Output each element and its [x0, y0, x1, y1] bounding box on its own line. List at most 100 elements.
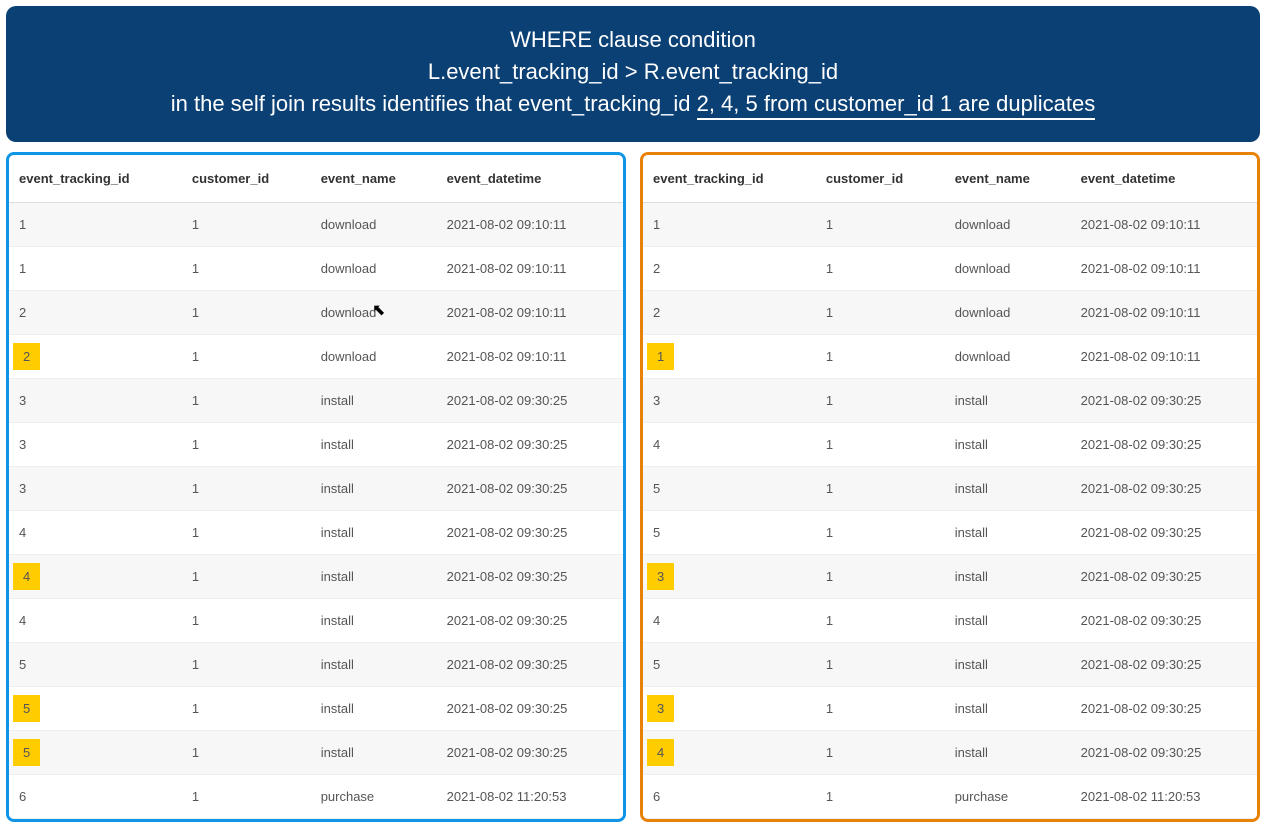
- left-table-head: event_tracking_id customer_id event_name…: [9, 155, 623, 203]
- cell-event-datetime: 2021-08-02 09:30:25: [1071, 554, 1257, 598]
- cell-event-name: install: [311, 422, 437, 466]
- cell-customer-id: 1: [816, 246, 945, 290]
- cell-event-datetime: 2021-08-02 09:30:25: [437, 730, 623, 774]
- cell-event-tracking-id: 1: [9, 246, 182, 290]
- cell-event-name: install: [311, 686, 437, 730]
- cell-customer-id: 1: [182, 202, 311, 246]
- cell-event-tracking-id: 6: [9, 774, 182, 818]
- col-header: event_datetime: [1071, 155, 1257, 203]
- cell-event-datetime: 2021-08-02 09:30:25: [437, 422, 623, 466]
- cell-event-datetime: 2021-08-02 09:10:11: [1071, 290, 1257, 334]
- table-row: 51install2021-08-02 09:30:25: [643, 510, 1257, 554]
- banner-line3-dupids: 2, 4, 5 from customer_id 1 are duplicate…: [697, 91, 1096, 120]
- table-row: 51install2021-08-02 09:30:25: [9, 686, 623, 730]
- cell-customer-id: 1: [816, 730, 945, 774]
- cell-event-name: download: [311, 246, 437, 290]
- cell-event-name: install: [945, 686, 1071, 730]
- cell-event-tracking-id: 4: [9, 598, 182, 642]
- cell-event-datetime: 2021-08-02 09:30:25: [437, 642, 623, 686]
- cell-event-tracking-id: 4: [643, 730, 816, 774]
- cell-event-tracking-id: 3: [9, 378, 182, 422]
- table-row: 4 1install2021-08-02 09:30:25: [9, 554, 623, 598]
- cell-customer-id: 1: [816, 686, 945, 730]
- col-header: event_tracking_id: [643, 155, 816, 203]
- col-header: event_name: [311, 155, 437, 203]
- table-row: 21download2021-08-02 09:10:11: [643, 246, 1257, 290]
- cell-event-tracking-id: 2: [9, 290, 182, 334]
- cell-event-datetime: 2021-08-02 11:20:53: [437, 774, 623, 818]
- cell-customer-id: 1: [816, 642, 945, 686]
- cell-event-datetime: 2021-08-02 09:10:11: [1071, 334, 1257, 378]
- table-row: 41install2021-08-02 09:30:25: [9, 510, 623, 554]
- cell-customer-id: 1: [182, 290, 311, 334]
- cell-event-name: purchase: [945, 774, 1071, 818]
- cell-customer-id: 1: [182, 378, 311, 422]
- cell-event-datetime: 2021-08-02 09:30:25: [437, 598, 623, 642]
- cell-customer-id: 1: [182, 774, 311, 818]
- left-table-body: 11download2021-08-02 09:10:1111download2…: [9, 202, 623, 818]
- cell-customer-id: 1: [816, 422, 945, 466]
- left-table-panel: event_tracking_id customer_id event_name…: [6, 152, 626, 822]
- col-header: event_datetime: [437, 155, 623, 203]
- cell-customer-id: 1: [182, 598, 311, 642]
- col-header: event_name: [945, 155, 1071, 203]
- cell-event-datetime: 2021-08-02 09:30:25: [437, 554, 623, 598]
- cell-event-name: download: [945, 202, 1071, 246]
- col-header: event_tracking_id: [9, 155, 182, 203]
- cell-event-name: install: [311, 598, 437, 642]
- cell-event-datetime: 2021-08-02 09:30:25: [1071, 422, 1257, 466]
- highlight-cell: 4: [647, 739, 674, 766]
- cell-event-datetime: 2021-08-02 09:30:25: [1071, 378, 1257, 422]
- cell-event-tracking-id: 3: [643, 686, 816, 730]
- cell-event-tracking-id: 3: [9, 466, 182, 510]
- cell-event-name: download: [945, 290, 1071, 334]
- table-row: 51install2021-08-02 09:30:25: [9, 642, 623, 686]
- cell-customer-id: 1: [182, 246, 311, 290]
- cell-event-tracking-id: 3: [9, 422, 182, 466]
- cell-event-name: purchase: [311, 774, 437, 818]
- cell-customer-id: 1: [182, 334, 311, 378]
- table-row: 51install2021-08-02 09:30:25: [643, 466, 1257, 510]
- cell-event-datetime: 2021-08-02 09:30:25: [1071, 466, 1257, 510]
- cell-event-name: install: [311, 642, 437, 686]
- table-row: 61purchase2021-08-02 11:20:53: [9, 774, 623, 818]
- cell-event-tracking-id: 5: [9, 642, 182, 686]
- cell-customer-id: 1: [816, 334, 945, 378]
- table-row: 21download2021-08-02 09:10:11: [643, 290, 1257, 334]
- explanation-banner: WHERE clause condition L.event_tracking_…: [6, 6, 1260, 142]
- cell-event-tracking-id: 3: [643, 554, 816, 598]
- col-header: customer_id: [182, 155, 311, 203]
- cell-event-name: install: [311, 554, 437, 598]
- cell-event-name: install: [311, 378, 437, 422]
- cell-customer-id: 1: [182, 686, 311, 730]
- cell-event-tracking-id: 4: [643, 598, 816, 642]
- cell-event-tracking-id: 4: [9, 510, 182, 554]
- cell-event-name: download: [311, 202, 437, 246]
- cell-event-tracking-id: 5: [9, 686, 182, 730]
- cell-event-datetime: 2021-08-02 09:30:25: [437, 686, 623, 730]
- highlight-cell: 3: [647, 563, 674, 590]
- table-row: 31install2021-08-02 09:30:25: [643, 378, 1257, 422]
- cell-event-tracking-id: 5: [9, 730, 182, 774]
- cell-event-tracking-id: 2: [643, 290, 816, 334]
- cell-event-tracking-id: 5: [643, 510, 816, 554]
- cell-event-datetime: 2021-08-02 11:20:53: [1071, 774, 1257, 818]
- cell-event-name: install: [945, 598, 1071, 642]
- table-row: 31install2021-08-02 09:30:25: [9, 422, 623, 466]
- cell-event-name: download: [311, 290, 437, 334]
- cell-event-tracking-id: 6: [643, 774, 816, 818]
- cell-event-tracking-id: 2: [643, 246, 816, 290]
- table-row: 31install2021-08-02 09:30:25: [643, 686, 1257, 730]
- cell-event-tracking-id: 5: [643, 466, 816, 510]
- highlight-cell: 4: [13, 563, 40, 590]
- table-row: 41install2021-08-02 09:30:25: [643, 730, 1257, 774]
- banner-line2: L.event_tracking_id > R.event_tracking_i…: [36, 56, 1230, 88]
- table-row: 11download2021-08-02 09:10:11: [9, 246, 623, 290]
- col-header: customer_id: [816, 155, 945, 203]
- cell-event-datetime: 2021-08-02 09:30:25: [1071, 730, 1257, 774]
- right-table: event_tracking_id customer_id event_name…: [643, 155, 1257, 819]
- cell-customer-id: 1: [182, 554, 311, 598]
- cell-event-name: install: [945, 378, 1071, 422]
- cell-event-name: install: [311, 510, 437, 554]
- table-row: 51install2021-08-02 09:30:25: [643, 642, 1257, 686]
